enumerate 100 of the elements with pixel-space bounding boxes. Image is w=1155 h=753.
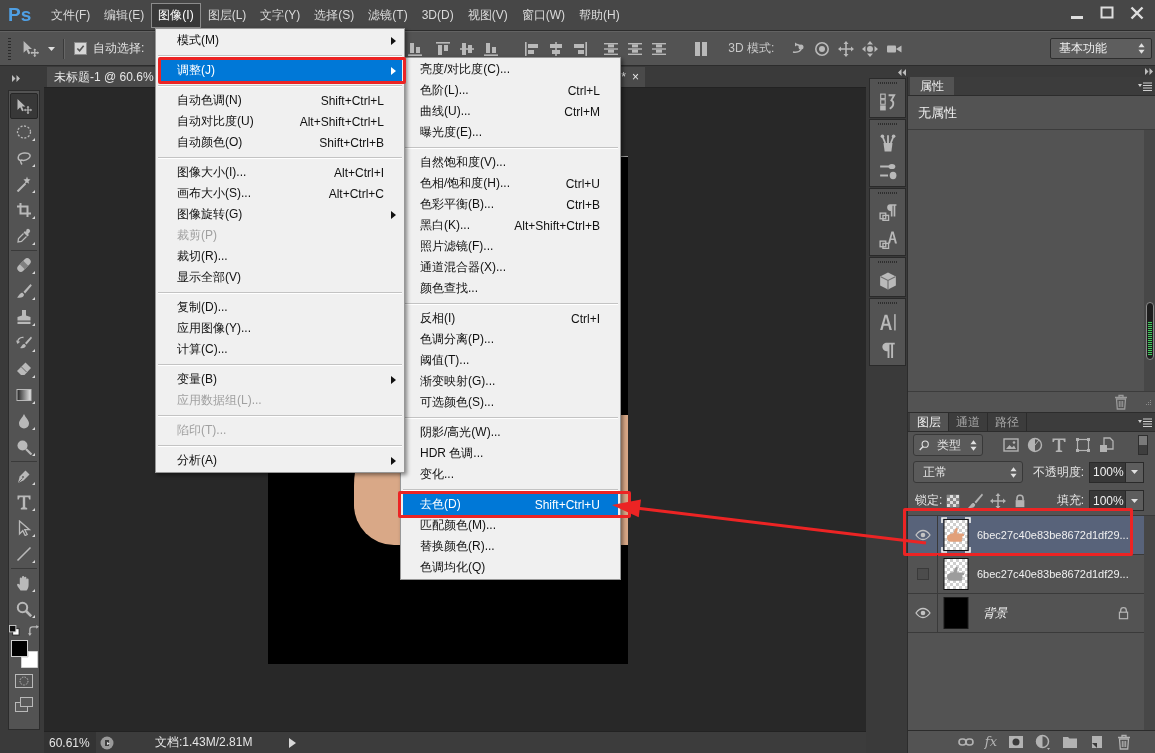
align-icon[interactable] — [459, 40, 476, 57]
character-styles-icon[interactable] — [878, 231, 897, 249]
menu-bar-item[interactable]: 图层(L) — [200, 2, 254, 28]
eye-icon[interactable] — [914, 527, 931, 543]
menu-item[interactable]: 可选颜色(S)... — [403, 392, 618, 413]
status-menu-icon[interactable] — [100, 735, 114, 750]
menu-bar-item[interactable]: 选择(S) — [307, 2, 362, 28]
menu-bar-item[interactable]: 文字(Y) — [253, 2, 308, 28]
menu-bar-item[interactable]: 帮助(H) — [572, 2, 627, 28]
scrollbar-thumb[interactable] — [1145, 302, 1154, 360]
menu-bar-item[interactable]: 3D(D) — [414, 2, 461, 28]
panel-tab[interactable]: 路径 — [988, 413, 1027, 431]
menu-item[interactable]: 自动颜色(O) Shift+Ctrl+B — [158, 132, 402, 153]
distribute-icon[interactable] — [603, 40, 620, 57]
menu-item[interactable]: 色相/饱和度(H)... Ctrl+U — [403, 173, 618, 194]
menu-item[interactable]: 裁切(R)... — [158, 246, 402, 267]
half-circle-icon[interactable] — [1027, 437, 1043, 453]
image-icon[interactable] — [1003, 437, 1019, 453]
menu-item[interactable]: 照片滤镜(F)... — [403, 236, 618, 257]
checkbox[interactable] — [74, 42, 87, 55]
align-icon[interactable] — [572, 40, 589, 57]
menu-item[interactable]: 阴影/高光(W)... — [403, 422, 618, 443]
trash-icon[interactable] — [1113, 394, 1129, 410]
menu-bar-item[interactable]: 滤镜(T) — [361, 2, 415, 28]
menu-bar-item[interactable]: 窗口(W) — [514, 2, 572, 28]
maximize-icon[interactable] — [1099, 5, 1115, 21]
move-tool-button[interactable] — [10, 93, 38, 119]
visibility-checkbox[interactable] — [916, 568, 929, 580]
filter-toggle[interactable] — [1138, 435, 1148, 455]
menu-item[interactable]: 自动对比度(U) Alt+Shift+Ctrl+L — [158, 111, 402, 132]
layer-row[interactable]: 6bec27c40e83be8672d1df29... — [908, 516, 1144, 555]
adjustment-icon[interactable] — [1035, 734, 1051, 750]
menu-item[interactable]: 自然饱和度(V)... — [403, 152, 618, 173]
menu-item[interactable]: 应用图像(Y)... — [158, 318, 402, 339]
menu-bar-item[interactable]: 编辑(E) — [97, 2, 152, 28]
grip-handle[interactable] — [878, 82, 897, 84]
menu-item[interactable]: 调整(J) — [158, 60, 402, 81]
menu-item[interactable]: 阈值(T)... — [403, 350, 618, 371]
pan-3d-icon[interactable] — [838, 40, 855, 57]
history-icon[interactable] — [878, 93, 897, 111]
menu-item[interactable]: 显示全部(V) — [158, 267, 402, 288]
mask-icon[interactable] — [1008, 734, 1024, 750]
menu-bar-item[interactable]: 视图(V) — [460, 2, 515, 28]
menu-item[interactable]: 图像大小(I)... Alt+Ctrl+I — [158, 162, 402, 183]
menu-item[interactable]: 模式(M) — [158, 30, 402, 51]
workspace-dropdown[interactable]: 基本功能 — [1050, 38, 1152, 59]
caret-icon[interactable] — [48, 46, 55, 51]
grip-handle[interactable] — [878, 261, 897, 263]
grip-handle[interactable] — [878, 123, 897, 125]
status-arrow-icon[interactable] — [289, 737, 296, 748]
opacity-field[interactable]: 100% — [1089, 461, 1126, 483]
slide-3d-icon[interactable] — [862, 40, 879, 57]
transform-box-icon[interactable] — [1075, 437, 1091, 453]
menu-item[interactable]: 画布大小(S)... Alt+Ctrl+C — [158, 183, 402, 204]
page-icon[interactable] — [1099, 437, 1115, 453]
menu-item[interactable]: 图像旋转(G) — [158, 204, 402, 225]
default-colors-icon[interactable] — [9, 624, 20, 636]
menu-item[interactable]: 匹配颜色(M)... — [403, 515, 618, 536]
swap-colors-icon[interactable] — [28, 624, 39, 636]
menu-item[interactable]: 色调均化(Q) — [403, 557, 618, 578]
menu-item[interactable]: 渐变映射(G)... — [403, 371, 618, 392]
menu-item[interactable]: 计算(C)... — [158, 339, 402, 360]
eye-icon[interactable] — [914, 605, 931, 621]
screen-mode-icon[interactable] — [15, 697, 33, 712]
grip-handle[interactable] — [878, 192, 897, 194]
menu-item[interactable]: 变量(B) — [158, 369, 402, 390]
menu-item[interactable]: 通道混合器(X)... — [403, 257, 618, 278]
menu-item[interactable]: 曲线(U)... Ctrl+M — [403, 101, 618, 122]
menu-item[interactable]: 颜色查找... — [403, 278, 618, 299]
distribute-icon[interactable] — [627, 40, 644, 57]
menu-item[interactable]: 分析(A) — [158, 450, 402, 471]
paragraph-styles-icon[interactable] — [878, 203, 897, 221]
menu-item[interactable]: 复制(D)... — [158, 297, 402, 318]
panel-menu-icon[interactable] — [1138, 81, 1152, 91]
panel-tab[interactable]: 图层 — [910, 413, 949, 431]
fill-dropdown-button[interactable] — [1126, 490, 1144, 511]
zoom-field[interactable]: 60.61% — [44, 732, 96, 753]
new-layer-icon[interactable] — [1089, 734, 1105, 750]
collapse-icon[interactable] — [12, 74, 20, 82]
cube-icon[interactable] — [878, 272, 897, 290]
menu-item[interactable]: 色彩平衡(B)... Ctrl+B — [403, 194, 618, 215]
resize-grip-icon[interactable] — [1143, 399, 1151, 405]
blend-mode-dropdown[interactable]: 正常 — [913, 461, 1023, 483]
menu-item[interactable]: 去色(D) Shift+Ctrl+U — [403, 494, 618, 515]
menu-item[interactable]: 色阶(L)... Ctrl+L — [403, 80, 618, 101]
grip-handle[interactable] — [878, 302, 897, 304]
move-cross-icon[interactable] — [990, 492, 1007, 509]
menu-item[interactable]: 变化... — [403, 464, 618, 485]
menu-item[interactable]: 黑白(K)... Alt+Shift+Ctrl+B — [403, 215, 618, 236]
opacity-dropdown-button[interactable] — [1126, 461, 1144, 483]
brushes-icon[interactable] — [878, 134, 897, 152]
clone-source-icon[interactable] — [878, 162, 897, 180]
checkerboard-icon[interactable] — [946, 493, 961, 508]
panel-menu-icon[interactable] — [1138, 417, 1152, 427]
distribute-icon[interactable] — [651, 40, 668, 57]
quick-mask-icon[interactable] — [15, 674, 33, 688]
color-swatches-icon[interactable] — [10, 640, 38, 668]
grip-handle[interactable] — [8, 37, 11, 60]
menu-item[interactable]: 替换颜色(R)... — [403, 536, 618, 557]
effects-button[interactable]: fx — [984, 734, 997, 750]
